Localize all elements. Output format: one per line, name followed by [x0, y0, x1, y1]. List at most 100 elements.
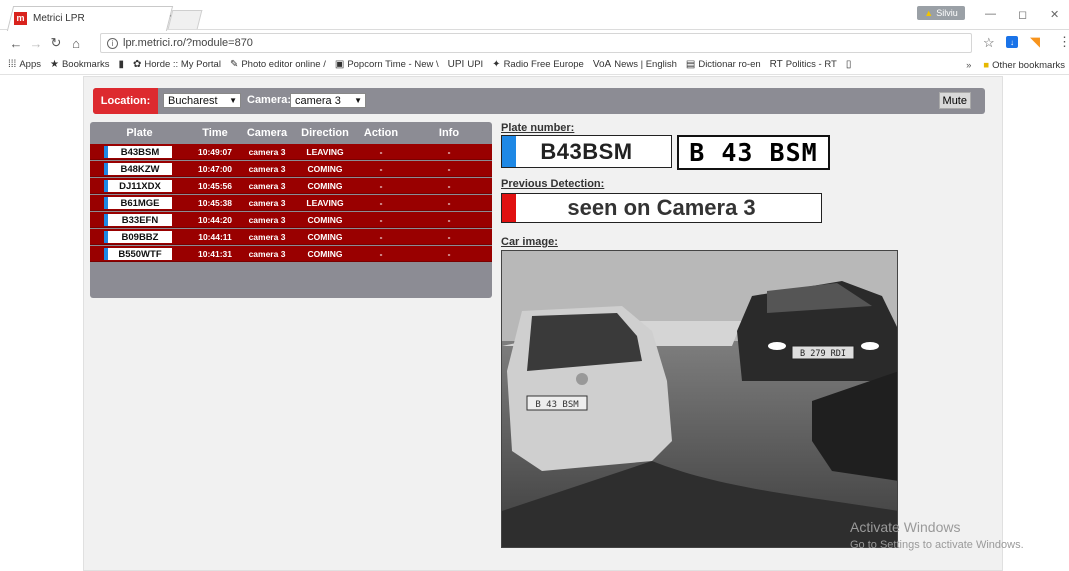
- location-select[interactable]: Bucharest ▼: [163, 93, 241, 108]
- plate-number-label: Plate number:: [501, 122, 575, 134]
- address-bar[interactable]: i lpr.metrici.ro/?module=870: [100, 33, 972, 53]
- bookmark-label: Popcorn Time - New \: [347, 59, 439, 70]
- table-row[interactable]: B43BSM 10:49:07 camera 3 LEAVING - -: [90, 144, 492, 160]
- row-time: 10:44:20: [197, 215, 233, 225]
- row-plate[interactable]: B48KZW: [108, 163, 172, 175]
- previous-detection-label: Previous Detection:: [501, 178, 605, 190]
- row-time: 10:41:31: [197, 249, 233, 259]
- col-direction: Direction: [301, 127, 349, 139]
- detections-table: Plate Time Camera Direction Action Info …: [90, 122, 492, 298]
- plate-number-box: B43BSM: [501, 135, 672, 168]
- row-action: -: [379, 181, 383, 191]
- back-arrow-icon[interactable]: ←: [6, 36, 26, 51]
- forward-arrow-icon[interactable]: →: [26, 36, 46, 51]
- mute-button[interactable]: Mute: [938, 92, 971, 109]
- star-icon: ★: [50, 59, 59, 70]
- bookmark-item[interactable]: ▮: [118, 59, 124, 70]
- row-time: 10:47:00: [197, 164, 233, 174]
- row-direction: COMING: [307, 249, 343, 259]
- bookmarks-more-button[interactable]: »: [966, 60, 971, 71]
- location-label: Location:: [93, 88, 158, 114]
- row-direction: LEAVING: [306, 198, 344, 208]
- previous-detection-value: seen on Camera 3: [567, 195, 756, 220]
- browser-toolbar: ← → ↻ ⌂ i lpr.metrici.ro/?module=870 ☆ ↓…: [0, 31, 1069, 55]
- table-row[interactable]: B550WTF 10:41:31 camera 3 COMING - -: [90, 246, 492, 262]
- bookmark-label: Horde :: My Portal: [144, 59, 221, 70]
- bookmark-item[interactable]: ▯: [846, 59, 852, 70]
- row-info: -: [447, 249, 451, 259]
- plate-crop-image: B 43 BSM: [677, 135, 830, 170]
- browser-tab-content[interactable]: m Metrici LPR ×: [14, 8, 184, 28]
- camera-label: Camera:: [247, 94, 292, 106]
- bookmark-item[interactable]: ▤ Dictionar ro-en: [686, 59, 761, 70]
- plate-marker: [502, 136, 516, 167]
- table-row[interactable]: B33EFN 10:44:20 camera 3 COMING - -: [90, 212, 492, 228]
- popcorn-icon: ▣: [334, 59, 345, 70]
- bookmark-item[interactable]: ✿ Horde :: My Portal: [133, 59, 221, 70]
- table-row[interactable]: B09BBZ 10:44:11 camera 3 COMING - -: [90, 229, 492, 245]
- profile-name: Silviu: [936, 8, 958, 18]
- rss-icon[interactable]: ◥: [1030, 34, 1040, 50]
- row-plate[interactable]: B33EFN: [108, 214, 172, 226]
- bookmark-item[interactable]: ⁞⁞⁞ Apps: [8, 59, 41, 70]
- bookmark-star-icon[interactable]: ☆: [983, 35, 995, 51]
- row-plate[interactable]: DJ11XDX: [108, 180, 172, 192]
- bookmark-label: Politics - RT: [785, 59, 837, 70]
- row-plate[interactable]: B61MGE: [108, 197, 172, 209]
- car-image: B 43 BSM B 279 RDI: [501, 250, 898, 548]
- page-viewport: Location: Bucharest ▼ Camera: camera 3 ▼…: [0, 76, 1069, 571]
- row-time: 10:45:38: [197, 198, 233, 208]
- row-camera: camera 3: [248, 249, 286, 259]
- reload-icon[interactable]: ↻: [46, 35, 66, 51]
- car-plate-left: B 43 BSM: [535, 400, 579, 410]
- row-plate[interactable]: B09BBZ: [108, 231, 172, 243]
- windows-watermark-title: Activate Windows: [850, 519, 961, 535]
- bookmark-item[interactable]: ▣ Popcorn Time - New \: [335, 59, 439, 70]
- bookmark-item[interactable]: UPI UPI: [448, 59, 484, 70]
- bookmark-item[interactable]: ★ Bookmarks: [50, 59, 109, 70]
- info-icon[interactable]: i: [107, 37, 118, 49]
- row-plate[interactable]: B550WTF: [108, 248, 172, 260]
- row-info: -: [447, 181, 451, 191]
- new-tab-button[interactable]: [167, 10, 203, 29]
- car-image-label: Car image:: [501, 236, 558, 248]
- camera-select[interactable]: camera 3 ▼: [290, 93, 366, 108]
- bookmark-item[interactable]: RT Politics - RT: [770, 59, 837, 70]
- location-value: Bucharest: [168, 94, 218, 107]
- row-plate[interactable]: B43BSM: [108, 146, 172, 158]
- minimize-button[interactable]: —: [985, 8, 996, 20]
- row-direction: COMING: [307, 164, 343, 174]
- bookmark-item[interactable]: ✎ Photo editor online /: [230, 59, 326, 70]
- bookmark-label: News | English: [614, 59, 677, 70]
- car-plate-right: B 279 RDI: [800, 349, 846, 359]
- home-icon[interactable]: ⌂: [66, 36, 86, 51]
- bookmark-item[interactable]: VoA News | English: [593, 59, 677, 70]
- bookmarks-bar: ⁞⁞⁞ Apps ★ Bookmarks ▮ ✿ Horde :: My Portal ✎ Ph…: [0, 55, 1069, 75]
- row-info: -: [447, 232, 451, 242]
- row-camera: camera 3: [248, 198, 286, 208]
- bookmark-label: UPI: [467, 59, 484, 70]
- row-camera: camera 3: [248, 181, 286, 191]
- rfe-icon: ✦: [492, 59, 501, 70]
- bookmark-item[interactable]: ✦ Radio Free Europe: [492, 59, 584, 70]
- row-direction: COMING: [307, 232, 343, 242]
- extension-download-icon[interactable]: ↓: [1006, 36, 1018, 48]
- row-direction: COMING: [307, 181, 343, 191]
- horde-icon: ✿: [133, 59, 142, 70]
- row-camera: camera 3: [248, 147, 286, 157]
- profile-badge[interactable]: ▲ Silviu: [917, 6, 965, 20]
- imdb-icon: ▮: [118, 59, 124, 70]
- restore-button[interactable]: ◻: [1018, 8, 1027, 21]
- car-photo: B 43 BSM B 279 RDI: [502, 251, 897, 547]
- table-row[interactable]: B48KZW 10:47:00 camera 3 COMING - -: [90, 161, 492, 177]
- url-text[interactable]: lpr.metrici.ro/?module=870: [123, 37, 253, 49]
- row-camera: camera 3: [248, 215, 286, 225]
- table-row[interactable]: DJ11XDX 10:45:56 camera 3 COMING - -: [90, 178, 492, 194]
- row-camera: camera 3: [248, 232, 286, 242]
- browser-menu-icon[interactable]: ⋮: [1058, 34, 1069, 50]
- other-bookmarks[interactable]: Other bookmarks: [992, 60, 1065, 71]
- close-window-button[interactable]: ✕: [1050, 8, 1059, 21]
- table-row[interactable]: B61MGE 10:45:38 camera 3 LEAVING - -: [90, 195, 492, 211]
- row-action: -: [379, 215, 383, 225]
- dropdown-arrow-icon: ▼: [354, 96, 362, 105]
